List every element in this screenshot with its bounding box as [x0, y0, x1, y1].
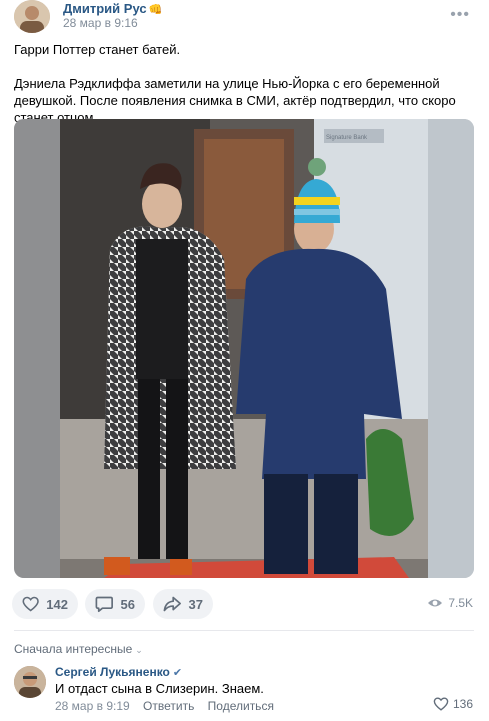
fist-emoji-icon: 👊: [148, 4, 163, 16]
comment-item: Сергей Лукьяненко ✔ И отдаст сына в Слизе…: [14, 664, 479, 720]
eye-icon: [428, 599, 443, 607]
heart-icon: [433, 697, 449, 711]
verified-check-icon: ✔: [172, 667, 183, 679]
post-title-line: Гарри Поттер станет батей.: [14, 42, 181, 57]
post-text: Гарри Поттер станет батей. Дэниела Рэдкл…: [14, 41, 479, 126]
chevron-down-icon: ⌄: [135, 645, 143, 655]
post-photo[interactable]: Signature Bank: [14, 119, 474, 578]
author-name-text[interactable]: Дмитрий Рус: [63, 1, 147, 16]
author-avatar[interactable]: [14, 0, 50, 33]
comment-like-button[interactable]: 136: [433, 697, 473, 711]
comment-meta: 28 мар в 9:19 Ответить Поделиться: [55, 699, 274, 713]
reply-link[interactable]: Ответить: [143, 699, 194, 713]
comment-icon: [95, 596, 113, 613]
views-count: 7.5K: [448, 596, 473, 610]
like-count: 142: [46, 596, 68, 612]
sort-label[interactable]: Сначала интересные: [14, 642, 132, 656]
more-dots-icon[interactable]: •••: [450, 6, 470, 24]
comment-date[interactable]: 28 мар в 9:19: [55, 699, 130, 713]
photo-illustration: Signature Bank: [14, 119, 474, 578]
comment-button[interactable]: 56: [85, 589, 145, 619]
share-button[interactable]: 37: [153, 589, 213, 619]
like-button[interactable]: 142: [12, 589, 78, 619]
heart-icon: [22, 596, 39, 612]
share-arrow-icon: [163, 596, 181, 612]
share-count: 37: [188, 596, 203, 612]
comment-like-count: 136: [452, 697, 473, 711]
post-header: Дмитрий Рус 👊 28 мар в 9:16 •••: [14, 0, 474, 34]
photo-sign-text: Signature Bank: [326, 135, 368, 141]
share-link[interactable]: Поделиться: [208, 699, 274, 713]
post-date[interactable]: 28 мар в 9:16: [63, 16, 138, 30]
divider: [14, 630, 474, 631]
commenter-name-text[interactable]: Сергей Лукьяненко: [55, 665, 170, 679]
commenter-avatar[interactable]: [14, 666, 46, 698]
commenter-name[interactable]: Сергей Лукьяненко ✔: [55, 665, 182, 679]
author-name[interactable]: Дмитрий Рус 👊: [63, 1, 162, 16]
comment-text: И отдаст сына в Слизерин. Знаем.: [55, 681, 264, 696]
views-counter: 7.5K: [427, 596, 473, 610]
comments-sort-dropdown[interactable]: Сначала интересные ⌄: [14, 642, 143, 656]
post-actions: 142 56 37 7.5K: [12, 589, 477, 621]
comment-count: 56: [120, 596, 135, 612]
